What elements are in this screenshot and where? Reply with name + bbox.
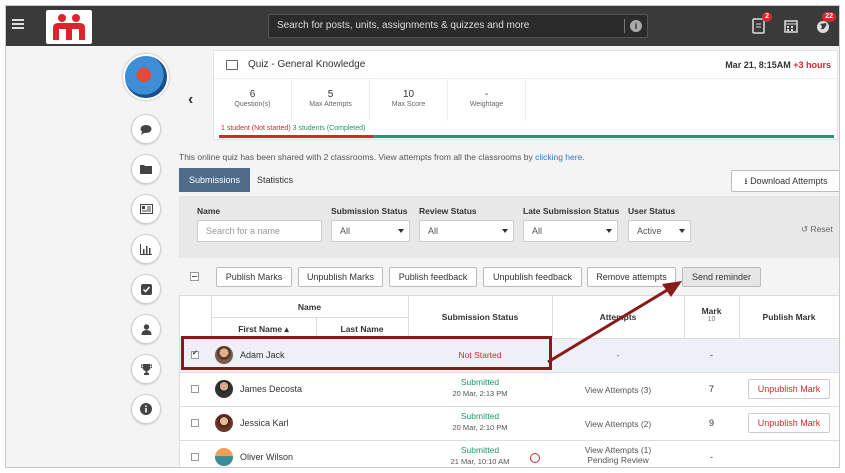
app-window: Search for posts, units, assignments & q… bbox=[5, 5, 840, 468]
annotation-arrow bbox=[547, 281, 682, 364]
